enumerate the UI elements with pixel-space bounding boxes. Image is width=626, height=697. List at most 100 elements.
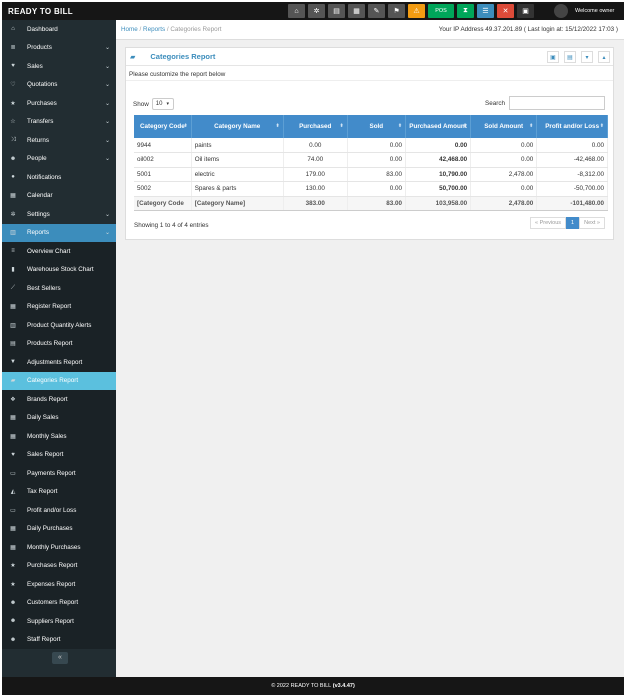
sidebar-subitem-label: Daily Sales [27, 414, 59, 422]
sidebar-subitem-overview-chart[interactable]: ≡ Overview Chart [2, 242, 116, 261]
column-header-sold[interactable]: Sold ⬍ [347, 115, 407, 138]
sidebar-item-label: Dashboard [27, 25, 58, 33]
sidebar-subitem-warehouse-stock-chart[interactable]: ▮ Warehouse Stock Chart [2, 260, 116, 279]
sidebar-item-reports[interactable]: ▥ Reports ⌄ [2, 223, 116, 242]
header-actions: ▣ ▤ ▾ ▴ [542, 51, 610, 63]
sidebar-subitem-label: Tax Report [27, 488, 58, 496]
column-header-category-name[interactable]: Category Name ⬍ [191, 115, 284, 138]
length-value: 10 [155, 101, 163, 107]
excel-export-icon[interactable]: ▤ [564, 51, 576, 63]
sidebar-subitem-label: Product Quantity Alerts [27, 321, 92, 329]
brand-logo[interactable]: READY TO BILL [2, 7, 202, 16]
welcome-text[interactable]: Welcome owner [575, 8, 614, 14]
sidebar-subitem-label: Sales Report [27, 451, 64, 459]
search-input[interactable] [509, 96, 605, 110]
sidebar-item-purchases[interactable]: ★ Purchases ⌄ [2, 94, 116, 113]
page-title: Categories Report [150, 52, 216, 61]
entries-length-select[interactable]: 10 ▾ [151, 98, 174, 110]
settings-icon[interactable]: ✲ [308, 4, 325, 18]
table-footer-cell[interactable]: 83.00 [347, 196, 407, 211]
sidebar-subitem-best-sellers[interactable]: ⟋ Best Sellers [2, 279, 116, 298]
table-cell: -42,468.00 [536, 152, 608, 168]
toggle-down-icon[interactable]: ▾ [581, 51, 593, 63]
styles-icon[interactable]: ✎ [368, 4, 385, 18]
pagination: « Previous 1 Next » [530, 217, 605, 229]
sidebar-subitem-purchases-report[interactable]: ★ Purchases Report [2, 556, 116, 575]
pagination-next[interactable]: Next » [579, 217, 605, 229]
sidebar-subitem-label: Expenses Report [27, 580, 76, 588]
sidebar-item-dashboard[interactable]: ⌂ Dashboard [2, 20, 116, 39]
chevron-down-icon: ⌄ [104, 230, 110, 237]
sidebar-subitem-expenses-report[interactable]: ★ Expenses Report [2, 575, 116, 594]
sidebar-item-returns[interactable]: ⤨ Returns ⌄ [2, 131, 116, 150]
sidebar-subitem-sales-report[interactable]: ♥ Sales Report [2, 445, 116, 464]
column-header-purchased[interactable]: Purchased ⬍ [283, 115, 348, 138]
sidebar-subitem-adjustments-report[interactable]: ▼ Adjustments Report [2, 353, 116, 372]
table-footer-cell[interactable]: [Category Name] [191, 196, 284, 211]
sidebar-subitem-payments-report[interactable]: ▭ Payments Report [2, 464, 116, 483]
search-control: Search [485, 96, 605, 110]
table-footer-cell[interactable]: 383.00 [283, 196, 348, 211]
sidebar-subitem-suppliers-report[interactable]: ☻ Suppliers Report [2, 612, 116, 631]
column-header-sold-amount[interactable]: Sold Amount ⬍ [470, 115, 538, 138]
sidebar-item-people[interactable]: ☻ People ⌄ [2, 150, 116, 169]
sidebar-collapse-button[interactable]: « [52, 652, 68, 664]
clear-cache-icon[interactable]: ✕ [497, 4, 514, 18]
calendar-icon[interactable]: ▦ [348, 4, 365, 18]
table-footer-cell[interactable]: 103,958.00 [405, 196, 472, 211]
sidebar-subitem-label: Daily Purchases [27, 525, 73, 533]
pos-button[interactable]: POS [428, 4, 454, 18]
sidebar-subitem-customers-report[interactable]: ☻ Customers Report [2, 593, 116, 612]
list-icon[interactable]: ☰ [477, 4, 494, 18]
breadcrumb-reports[interactable]: Reports [143, 26, 165, 33]
sidebar-subitem-daily-sales[interactable]: ▦ Daily Sales [2, 408, 116, 427]
sidebar-subitem-profit-and-or-loss[interactable]: ▭ Profit and/or Loss [2, 501, 116, 520]
sidebar-item-products[interactable]: ≣ Products ⌄ [2, 39, 116, 58]
sidebar-subitem-monthly-sales[interactable]: ▦ Monthly Sales [2, 427, 116, 446]
sidebar-subitem-brands-report[interactable]: ❖ Brands Report [2, 390, 116, 409]
pagination-page-1[interactable]: 1 [566, 217, 580, 229]
sort-icon: ⬍ [183, 123, 188, 129]
sidebar-item-calendar[interactable]: ▦ Calendar [2, 187, 116, 206]
star-icon: ★ [10, 100, 16, 107]
hourglass-icon[interactable]: ⧗ [457, 4, 474, 18]
language-flag-icon[interactable]: ⚑ [388, 4, 405, 18]
toggle-up-icon[interactable]: ▴ [598, 51, 610, 63]
sidebar-subitem-daily-purchases[interactable]: ▦ Daily Purchases [2, 519, 116, 538]
sidebar-subitem-label: Monthly Purchases [27, 543, 81, 551]
sidebar-subitem-tax-report[interactable]: ◭ Tax Report [2, 482, 116, 501]
sidebar-subitem-staff-report[interactable]: ☻ Staff Report [2, 630, 116, 649]
avatar[interactable] [554, 4, 568, 18]
column-header-purchased-amount[interactable]: Purchased Amount ⬍ [405, 115, 472, 138]
table-footer-cell[interactable]: [Category Code [134, 196, 192, 211]
sidebar-item-notifications[interactable]: ● Notifications [2, 168, 116, 187]
pagination-previous[interactable]: « Previous [530, 217, 567, 229]
calculator-icon[interactable]: ▤ [328, 4, 345, 18]
sidebar-item-settings[interactable]: ✲ Settings ⌄ [2, 205, 116, 224]
footer: © 2022 READY TO BILL (v3.4.47) [2, 677, 624, 695]
sidebar-item-quotations[interactable]: ♡ Quotations ⌄ [2, 76, 116, 95]
table-footer-cell[interactable]: 2,478.00 [470, 196, 538, 211]
sidebar-subitem-label: Products Report [27, 340, 73, 348]
th-icon: ▦ [10, 304, 16, 311]
breadcrumb-home[interactable]: Home [121, 26, 138, 33]
dashboard-icon[interactable]: ⌂ [288, 4, 305, 18]
alerts-icon[interactable]: ⚠ [408, 4, 425, 18]
column-header-category-code[interactable]: Category Code ⬍ [134, 115, 192, 138]
image-export-icon[interactable]: ▣ [547, 51, 559, 63]
table-cell: Oil items [191, 152, 284, 168]
sidebar-subitem-register-report[interactable]: ▦ Register Report [2, 297, 116, 316]
sidebar-item-sales[interactable]: ♥ Sales ⌄ [2, 57, 116, 76]
column-header-profit-and-or-loss[interactable]: Profit and/or Loss ⬍ [536, 115, 608, 138]
sidebar-subitem-monthly-purchases[interactable]: ▦ Monthly Purchases [2, 538, 116, 557]
sidebar-item-label: Sales [27, 62, 43, 70]
sidebar-item-label: Products [27, 44, 52, 52]
sidebar-subitem-products-report[interactable]: ▤ Products Report [2, 334, 116, 353]
intro-text: Please customize the report below [126, 66, 613, 81]
sidebar-subitem-product-quantity-alerts[interactable]: ▥ Product Quantity Alerts [2, 316, 116, 335]
notes-icon[interactable]: ▣ [517, 4, 534, 18]
sidebar-item-transfers[interactable]: ☆ Transfers ⌄ [2, 113, 116, 132]
table-footer-cell[interactable]: -101,480.00 [536, 196, 608, 211]
sidebar-subitem-categories-report[interactable]: ▰ Categories Report [2, 371, 116, 390]
users-icon: ☻ [9, 636, 17, 643]
